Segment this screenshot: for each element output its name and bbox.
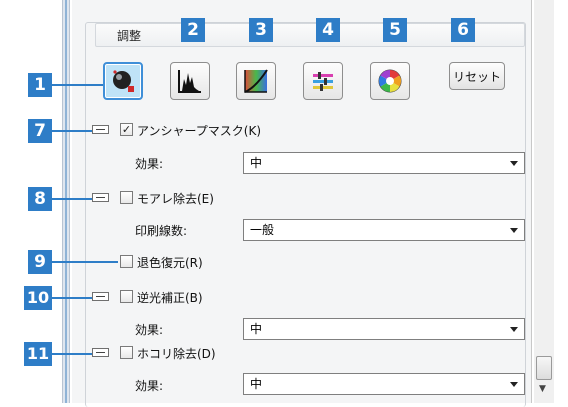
unsharp-mask-checkbox[interactable]: ✓ bbox=[120, 123, 133, 136]
callout-leader bbox=[52, 297, 92, 299]
unsharp-mask-icon bbox=[113, 70, 134, 92]
callout-badge: 4 bbox=[316, 18, 340, 42]
unsharp-effect-select[interactable]: 中 bbox=[243, 152, 525, 174]
callout-leader bbox=[52, 84, 103, 86]
tone-curve-tool-button[interactable] bbox=[236, 62, 276, 100]
chevron-down-icon bbox=[510, 228, 518, 233]
callout-badge: 2 bbox=[181, 18, 205, 42]
histogram-icon bbox=[178, 70, 201, 93]
callout-leader bbox=[52, 130, 92, 132]
chevron-down-icon bbox=[510, 382, 518, 387]
callout-badge: 3 bbox=[249, 18, 273, 42]
window-left-border bbox=[62, 0, 70, 403]
select-value: 中 bbox=[250, 156, 263, 170]
callout-badge: 1 bbox=[28, 73, 52, 97]
group-title: 調整 bbox=[117, 29, 142, 43]
callout-badge: 11 bbox=[24, 342, 52, 366]
tone-curve-icon bbox=[244, 69, 268, 93]
dust-effect-select[interactable]: 中 bbox=[243, 373, 525, 395]
callout-badge: 10 bbox=[24, 286, 52, 310]
callout-leader bbox=[52, 261, 118, 263]
backlight-correction-checkbox[interactable] bbox=[120, 290, 133, 303]
effect-label: 効果: bbox=[135, 323, 164, 337]
color-balance-tool-button[interactable] bbox=[303, 62, 343, 100]
dust-removal-label: ホコリ除去(D) bbox=[137, 347, 216, 361]
select-value: 中 bbox=[250, 322, 263, 336]
color-restoration-label: 退色復元(R) bbox=[137, 256, 203, 270]
backlight-correction-label: 逆光補正(B) bbox=[137, 291, 203, 305]
backlight-effect-select[interactable]: 中 bbox=[243, 318, 525, 340]
chevron-down-icon bbox=[510, 327, 518, 332]
border-stripe bbox=[65, 0, 67, 403]
effect-label: 効果: bbox=[135, 157, 164, 171]
unsharp-mask-label: アンシャープマスク(K) bbox=[137, 124, 262, 138]
expand-toggle-icon[interactable] bbox=[92, 125, 109, 134]
unsharp-mask-tool-button[interactable] bbox=[103, 62, 143, 100]
color-palette-tool-button[interactable] bbox=[370, 62, 410, 100]
histogram-tool-button[interactable] bbox=[170, 62, 210, 100]
callout-badge: 5 bbox=[383, 18, 407, 42]
select-value: 中 bbox=[250, 377, 263, 391]
dust-removal-checkbox[interactable] bbox=[120, 346, 133, 359]
screen-ruling-select[interactable]: 一般 bbox=[243, 219, 525, 241]
expand-toggle-icon[interactable] bbox=[92, 348, 109, 357]
scrollbar-thumb[interactable] bbox=[536, 356, 552, 380]
callout-badge: 9 bbox=[28, 250, 52, 274]
select-value: 一般 bbox=[250, 223, 275, 237]
moire-removal-label: モアレ除去(E) bbox=[137, 192, 214, 206]
color-balance-icon bbox=[313, 72, 333, 91]
color-restoration-checkbox[interactable] bbox=[120, 255, 133, 268]
effect-label: 効果: bbox=[135, 379, 164, 393]
callout-leader bbox=[52, 198, 92, 200]
callout-leader bbox=[52, 353, 92, 355]
expand-toggle-icon[interactable] bbox=[92, 193, 109, 202]
callout-badge: 6 bbox=[451, 18, 475, 42]
chevron-down-icon bbox=[510, 161, 518, 166]
scroll-down-arrow-icon[interactable]: ▼ bbox=[539, 384, 546, 394]
expand-toggle-icon[interactable] bbox=[92, 292, 109, 301]
reset-button[interactable]: リセット bbox=[449, 62, 505, 90]
color-palette-icon bbox=[378, 69, 402, 93]
screen-ruling-label: 印刷線数: bbox=[135, 224, 188, 238]
moire-removal-checkbox[interactable] bbox=[120, 191, 133, 204]
scrollbar-track[interactable] bbox=[534, 0, 554, 403]
callout-badge: 8 bbox=[28, 187, 52, 211]
callout-badge: 7 bbox=[28, 119, 52, 143]
